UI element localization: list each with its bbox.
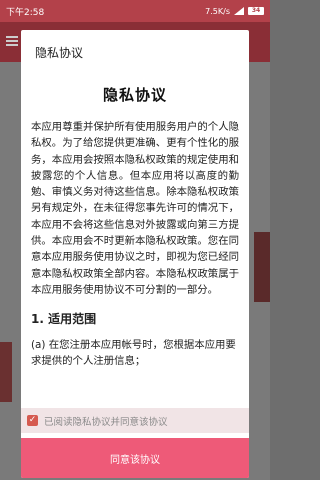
agree-button[interactable]: 同意该协议 — [21, 438, 249, 478]
policy-paragraph: 本应用尊重并保护所有使用服务用户的个人隐私权。为了给您提供更准确、更有个性化的服… — [31, 121, 239, 296]
signal-icon — [234, 7, 244, 15]
menu-icon — [6, 36, 18, 46]
dialog-scroll-content[interactable]: 隐私协议 本应用尊重并保护所有使用服务用户的个人隐私权。为了给您提供更准确、更有… — [21, 72, 249, 433]
checkbox-checked-icon[interactable]: ✓ — [27, 415, 38, 426]
checkbox-label: 已阅读隐私协议并同意该协议 — [44, 416, 168, 428]
section-heading: 1. 适用范围 — [31, 312, 97, 327]
battery-icon: 34 — [248, 7, 264, 15]
status-time: 下午2:58 — [6, 7, 45, 18]
status-bar: 下午2:58 7.5K/s 34 — [0, 0, 270, 22]
agree-checkbox-row[interactable]: ✓ 已阅读隐私协议并同意该协议 — [21, 408, 249, 433]
screen: 下午2:58 7.5K/s 34 隐私协议 隐私协议 本应用尊重并保护所有使用服… — [0, 0, 270, 480]
section-text: (a) 在您注册本应用帐号时，您根据本应用要求提供的个人注册信息； — [31, 339, 236, 368]
document-heading: 隐私协议 — [102, 86, 167, 104]
status-indicators: 7.5K/s 34 — [205, 7, 264, 16]
network-speed: 7.5K/s — [205, 6, 230, 16]
background-content — [254, 232, 270, 302]
dialog-title: 隐私协议 — [35, 46, 84, 60]
background-content — [0, 342, 12, 402]
privacy-dialog: 隐私协议 隐私协议 本应用尊重并保护所有使用服务用户的个人隐私权。为了给您提供更… — [21, 30, 249, 478]
